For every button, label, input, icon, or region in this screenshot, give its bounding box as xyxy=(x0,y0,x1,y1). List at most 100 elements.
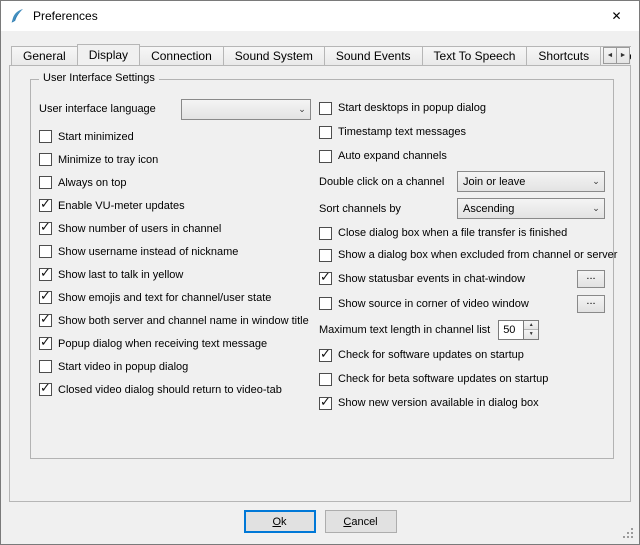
checkbox-enable-vu-meter[interactable]: ✓ Enable VU-meter updates xyxy=(39,194,311,217)
window-title: Preferences xyxy=(33,9,594,23)
tab-display[interactable]: Display xyxy=(77,44,140,65)
close-icon[interactable]: ✕ xyxy=(594,1,639,31)
chevron-down-icon: ⌄ xyxy=(294,104,310,115)
left-column: User interface language ⌄ ✓ Start minimi… xyxy=(39,96,311,458)
preferences-dialog: Preferences ✕ General Display Connection… xyxy=(0,0,640,545)
tab-connection[interactable]: Connection xyxy=(139,46,224,65)
checkbox[interactable]: ✓ xyxy=(319,373,332,386)
checkbox-show-last-to-talk[interactable]: ✓ Show last to talk in yellow xyxy=(39,263,311,286)
language-select[interactable]: ⌄ xyxy=(181,99,311,120)
checkbox-popup-text-message[interactable]: ✓ Popup dialog when receiving text messa… xyxy=(39,332,311,355)
tab-text-to-speech[interactable]: Text To Speech xyxy=(422,46,528,65)
checkbox[interactable]: ✓ xyxy=(39,337,52,350)
tab-sound-system[interactable]: Sound System xyxy=(223,46,325,65)
checkbox-timestamp-messages[interactable]: ✓ Timestamp text messages xyxy=(319,120,605,144)
checkbox-auto-expand-channels[interactable]: ✓ Auto expand channels xyxy=(319,144,605,168)
checkbox[interactable]: ✓ xyxy=(39,314,52,327)
tab-shortcuts[interactable]: Shortcuts xyxy=(526,46,601,65)
checkbox-closed-video-return[interactable]: ✓ Closed video dialog should return to v… xyxy=(39,378,311,401)
checkbox-label: Show a dialog box when excluded from cha… xyxy=(338,249,617,261)
checkbox-check-beta-updates[interactable]: ✓ Check for beta software updates on sta… xyxy=(319,367,605,391)
checkbox-label: Start video in popup dialog xyxy=(58,361,188,373)
max-text-length-spinner[interactable]: 50 ▲ ▼ xyxy=(498,320,539,340)
checkbox[interactable]: ✓ xyxy=(39,130,52,143)
double-click-select[interactable]: Join or leave ⌄ xyxy=(457,171,605,192)
check-icon: ✓ xyxy=(40,220,51,234)
spinner-value[interactable]: 50 xyxy=(498,320,524,340)
double-click-row: Double click on a channel Join or leave … xyxy=(319,168,605,195)
statusbar-events-options-button[interactable]: ... xyxy=(577,270,605,288)
resize-grip[interactable] xyxy=(623,528,635,540)
checkbox-label: Always on top xyxy=(58,177,126,189)
checkbox[interactable]: ✓ xyxy=(39,176,52,189)
check-icon: ✓ xyxy=(320,395,331,409)
check-icon: ✓ xyxy=(40,266,51,280)
sort-channels-row: Sort channels by Ascending ⌄ xyxy=(319,195,605,222)
checkbox[interactable]: ✓ xyxy=(319,349,332,362)
checkbox[interactable]: ✓ xyxy=(319,227,332,240)
checkbox-always-on-top[interactable]: ✓ Always on top xyxy=(39,171,311,194)
checkbox-show-new-version[interactable]: ✓ Show new version available in dialog b… xyxy=(319,391,605,415)
checkbox-statusbar-events[interactable]: ✓ Show statusbar events in chat-window .… xyxy=(319,266,605,291)
checkbox-label: Start desktops in popup dialog xyxy=(338,102,486,114)
checkbox-label: Minimize to tray icon xyxy=(58,154,158,166)
checkbox[interactable]: ✓ xyxy=(39,222,52,235)
check-icon: ✓ xyxy=(320,270,331,284)
checkbox[interactable]: ✓ xyxy=(39,360,52,373)
tab-general[interactable]: General xyxy=(11,46,78,65)
checkbox-label: Start minimized xyxy=(58,131,134,143)
check-icon: ✓ xyxy=(320,347,331,361)
tab-scroll-left-button[interactable]: ◄ xyxy=(603,47,617,64)
checkbox[interactable]: ✓ xyxy=(39,199,52,212)
language-row: User interface language ⌄ xyxy=(39,96,311,122)
checkbox-show-emojis[interactable]: ✓ Show emojis and text for channel/user … xyxy=(39,286,311,309)
checkbox[interactable]: ✓ xyxy=(319,249,332,262)
checkbox[interactable]: ✓ xyxy=(319,397,332,410)
checkbox[interactable]: ✓ xyxy=(39,291,52,304)
checkbox[interactable]: ✓ xyxy=(319,150,332,163)
checkbox[interactable]: ✓ xyxy=(319,126,332,139)
checkbox[interactable]: ✓ xyxy=(319,297,332,310)
dialog-buttons: Ok Cancel xyxy=(1,510,639,533)
checkbox[interactable]: ✓ xyxy=(319,102,332,115)
checkbox[interactable]: ✓ xyxy=(319,272,332,285)
checkbox-excluded-dialog[interactable]: ✓ Show a dialog box when excluded from c… xyxy=(319,244,605,266)
checkbox-label: Popup dialog when receiving text message xyxy=(58,338,267,350)
tab-scroller: ◄ ► xyxy=(603,47,630,64)
max-text-length-label: Maximum text length in channel list xyxy=(319,324,490,336)
checkbox-label: Enable VU-meter updates xyxy=(58,200,185,212)
chevron-down-icon: ⌄ xyxy=(588,203,604,214)
checkbox[interactable]: ✓ xyxy=(39,383,52,396)
checkbox-show-number-of-users[interactable]: ✓ Show number of users in channel xyxy=(39,217,311,240)
spin-up-icon[interactable]: ▲ xyxy=(524,321,538,330)
checkbox-show-username[interactable]: ✓ Show username instead of nickname xyxy=(39,240,311,263)
app-logo-icon xyxy=(9,8,25,24)
checkbox-label: Show emojis and text for channel/user st… xyxy=(58,292,271,304)
combo-value: Ascending xyxy=(463,203,588,215)
checkbox-close-dialog-file-transfer[interactable]: ✓ Close dialog box when a file transfer … xyxy=(319,222,605,244)
checkbox-label: Show statusbar events in chat-window xyxy=(338,273,525,285)
checkbox-start-video-popup[interactable]: ✓ Start video in popup dialog xyxy=(39,355,311,378)
checkbox[interactable]: ✓ xyxy=(39,245,52,258)
group-title: User Interface Settings xyxy=(39,72,159,84)
checkbox-check-updates[interactable]: ✓ Check for software updates on startup xyxy=(319,343,605,367)
ok-button-label: Ok xyxy=(272,516,286,528)
tab-scroll-right-button[interactable]: ► xyxy=(616,47,630,64)
ok-button[interactable]: Ok xyxy=(244,510,316,533)
tab-sound-events[interactable]: Sound Events xyxy=(324,46,423,65)
checkbox[interactable]: ✓ xyxy=(39,153,52,166)
cancel-button[interactable]: Cancel xyxy=(325,510,397,533)
max-text-length-row: Maximum text length in channel list 50 ▲… xyxy=(319,316,605,343)
checkbox-server-channel-in-title[interactable]: ✓ Show both server and channel name in w… xyxy=(39,309,311,332)
checkbox-video-source-corner[interactable]: ✓ Show source in corner of video window … xyxy=(319,291,605,316)
sort-channels-select[interactable]: Ascending ⌄ xyxy=(457,198,605,219)
checkbox-start-minimized[interactable]: ✓ Start minimized xyxy=(39,125,311,148)
title-bar: Preferences ✕ xyxy=(1,1,639,31)
checkbox-minimize-to-tray[interactable]: ✓ Minimize to tray icon xyxy=(39,148,311,171)
spin-down-icon[interactable]: ▼ xyxy=(524,329,538,339)
checkbox-label: Check for software updates on startup xyxy=(338,349,524,361)
checkbox-start-desktops-popup[interactable]: ✓ Start desktops in popup dialog xyxy=(319,96,605,120)
checkbox[interactable]: ✓ xyxy=(39,268,52,281)
right-column: ✓ Start desktops in popup dialog ✓ Times… xyxy=(319,96,605,458)
video-source-options-button[interactable]: ... xyxy=(577,295,605,313)
